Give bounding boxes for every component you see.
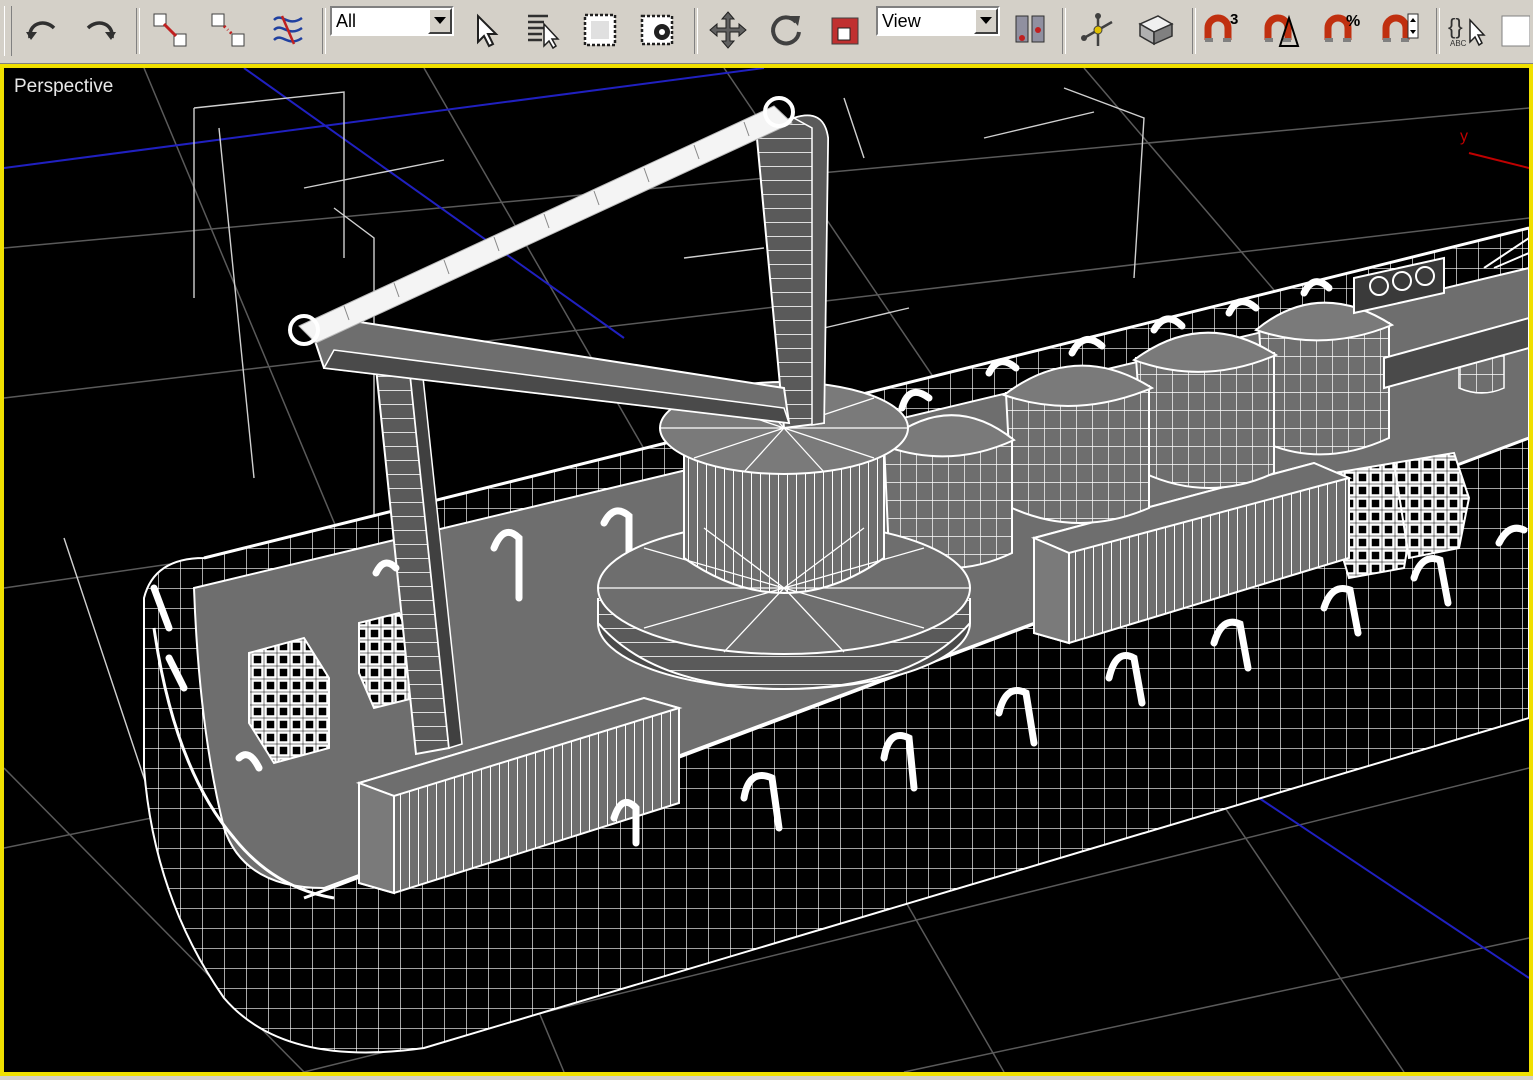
crane-stay-cable[interactable] [288, 96, 795, 346]
select-by-name-button[interactable] [520, 4, 564, 56]
svg-text:{}: {} [1448, 14, 1463, 39]
undo-button[interactable] [20, 4, 64, 56]
redo-icon [86, 21, 116, 40]
crane-mast[interactable] [754, 114, 830, 430]
named-selection-icon: {} ABC [1448, 14, 1486, 48]
redo-button[interactable] [78, 4, 122, 56]
spinner-snap-icon [1382, 13, 1419, 42]
keyboard-override-icon [1138, 15, 1174, 46]
reference-coordinate-dropdown[interactable]: View [876, 6, 1000, 36]
scene-wireframe[interactable] [4, 68, 1529, 1072]
percent-snap-label: % [1346, 13, 1360, 30]
manipulate-button[interactable] [1076, 4, 1120, 56]
chevron-down-icon[interactable] [974, 8, 998, 34]
manipulate-icon [1081, 13, 1113, 46]
reference-coordinate-value: View [882, 11, 921, 31]
spinner-snap-button[interactable] [1378, 4, 1422, 56]
window-crossing-button[interactable] [636, 4, 680, 56]
rotate-icon [771, 15, 801, 46]
axis-label-y: y [1460, 128, 1468, 145]
storage-tank[interactable] [1131, 331, 1279, 489]
selection-filter-value: All [336, 11, 357, 31]
select-object-button[interactable] [462, 4, 506, 56]
viewport-label[interactable]: Perspective [14, 76, 113, 98]
select-and-move-button[interactable] [706, 4, 750, 56]
bind-to-space-warp-button[interactable] [266, 4, 310, 56]
main-toolbar: All View 3 % {} ABC [0, 0, 1533, 64]
toolbar-overflow-button[interactable] [1500, 4, 1530, 56]
window-crossing-icon [640, 14, 674, 46]
percent-snap-button[interactable]: % [1320, 4, 1364, 56]
snap-mode-label: 3 [1230, 11, 1238, 28]
keyboard-shortcut-override-button[interactable] [1134, 4, 1178, 56]
perspective-viewport[interactable]: Perspective y [0, 64, 1533, 1076]
undo-icon [26, 21, 56, 40]
pivot-center-button[interactable] [1008, 4, 1052, 56]
named-selection-label: ABC [1450, 39, 1467, 48]
snap-3d-icon: 3 [1204, 11, 1238, 42]
angle-snap-icon [1264, 14, 1300, 47]
select-cursor-icon [477, 13, 499, 48]
angle-snap-button[interactable] [1260, 4, 1304, 56]
percent-snap-icon: % [1324, 13, 1360, 42]
select-by-name-icon [528, 14, 560, 50]
selection-filter-dropdown[interactable]: All [330, 6, 454, 36]
snaps-toggle-button[interactable]: 3 [1200, 4, 1244, 56]
toolbar-grip[interactable] [4, 6, 12, 56]
bottom-panel-edge [0, 1076, 1533, 1080]
scale-icon [831, 17, 859, 45]
storage-tank[interactable] [1001, 364, 1155, 524]
y-axis-line [1468, 152, 1529, 169]
link-icon [153, 13, 187, 47]
unlink-icon [211, 13, 245, 47]
storage-tank[interactable] [1253, 301, 1395, 456]
select-and-link-button[interactable] [148, 4, 192, 56]
edit-named-selection-button[interactable]: {} ABC [1444, 4, 1488, 56]
region-selection-button[interactable] [578, 4, 622, 56]
pivot-center-icon [1015, 15, 1045, 43]
space-warp-icon [273, 15, 303, 45]
unlink-selection-button[interactable] [206, 4, 250, 56]
select-and-scale-button[interactable] [822, 4, 866, 56]
rectangle-selection-icon [583, 13, 617, 47]
chevron-down-icon[interactable] [428, 8, 452, 34]
select-and-rotate-button[interactable] [764, 4, 808, 56]
move-icon [709, 11, 747, 49]
